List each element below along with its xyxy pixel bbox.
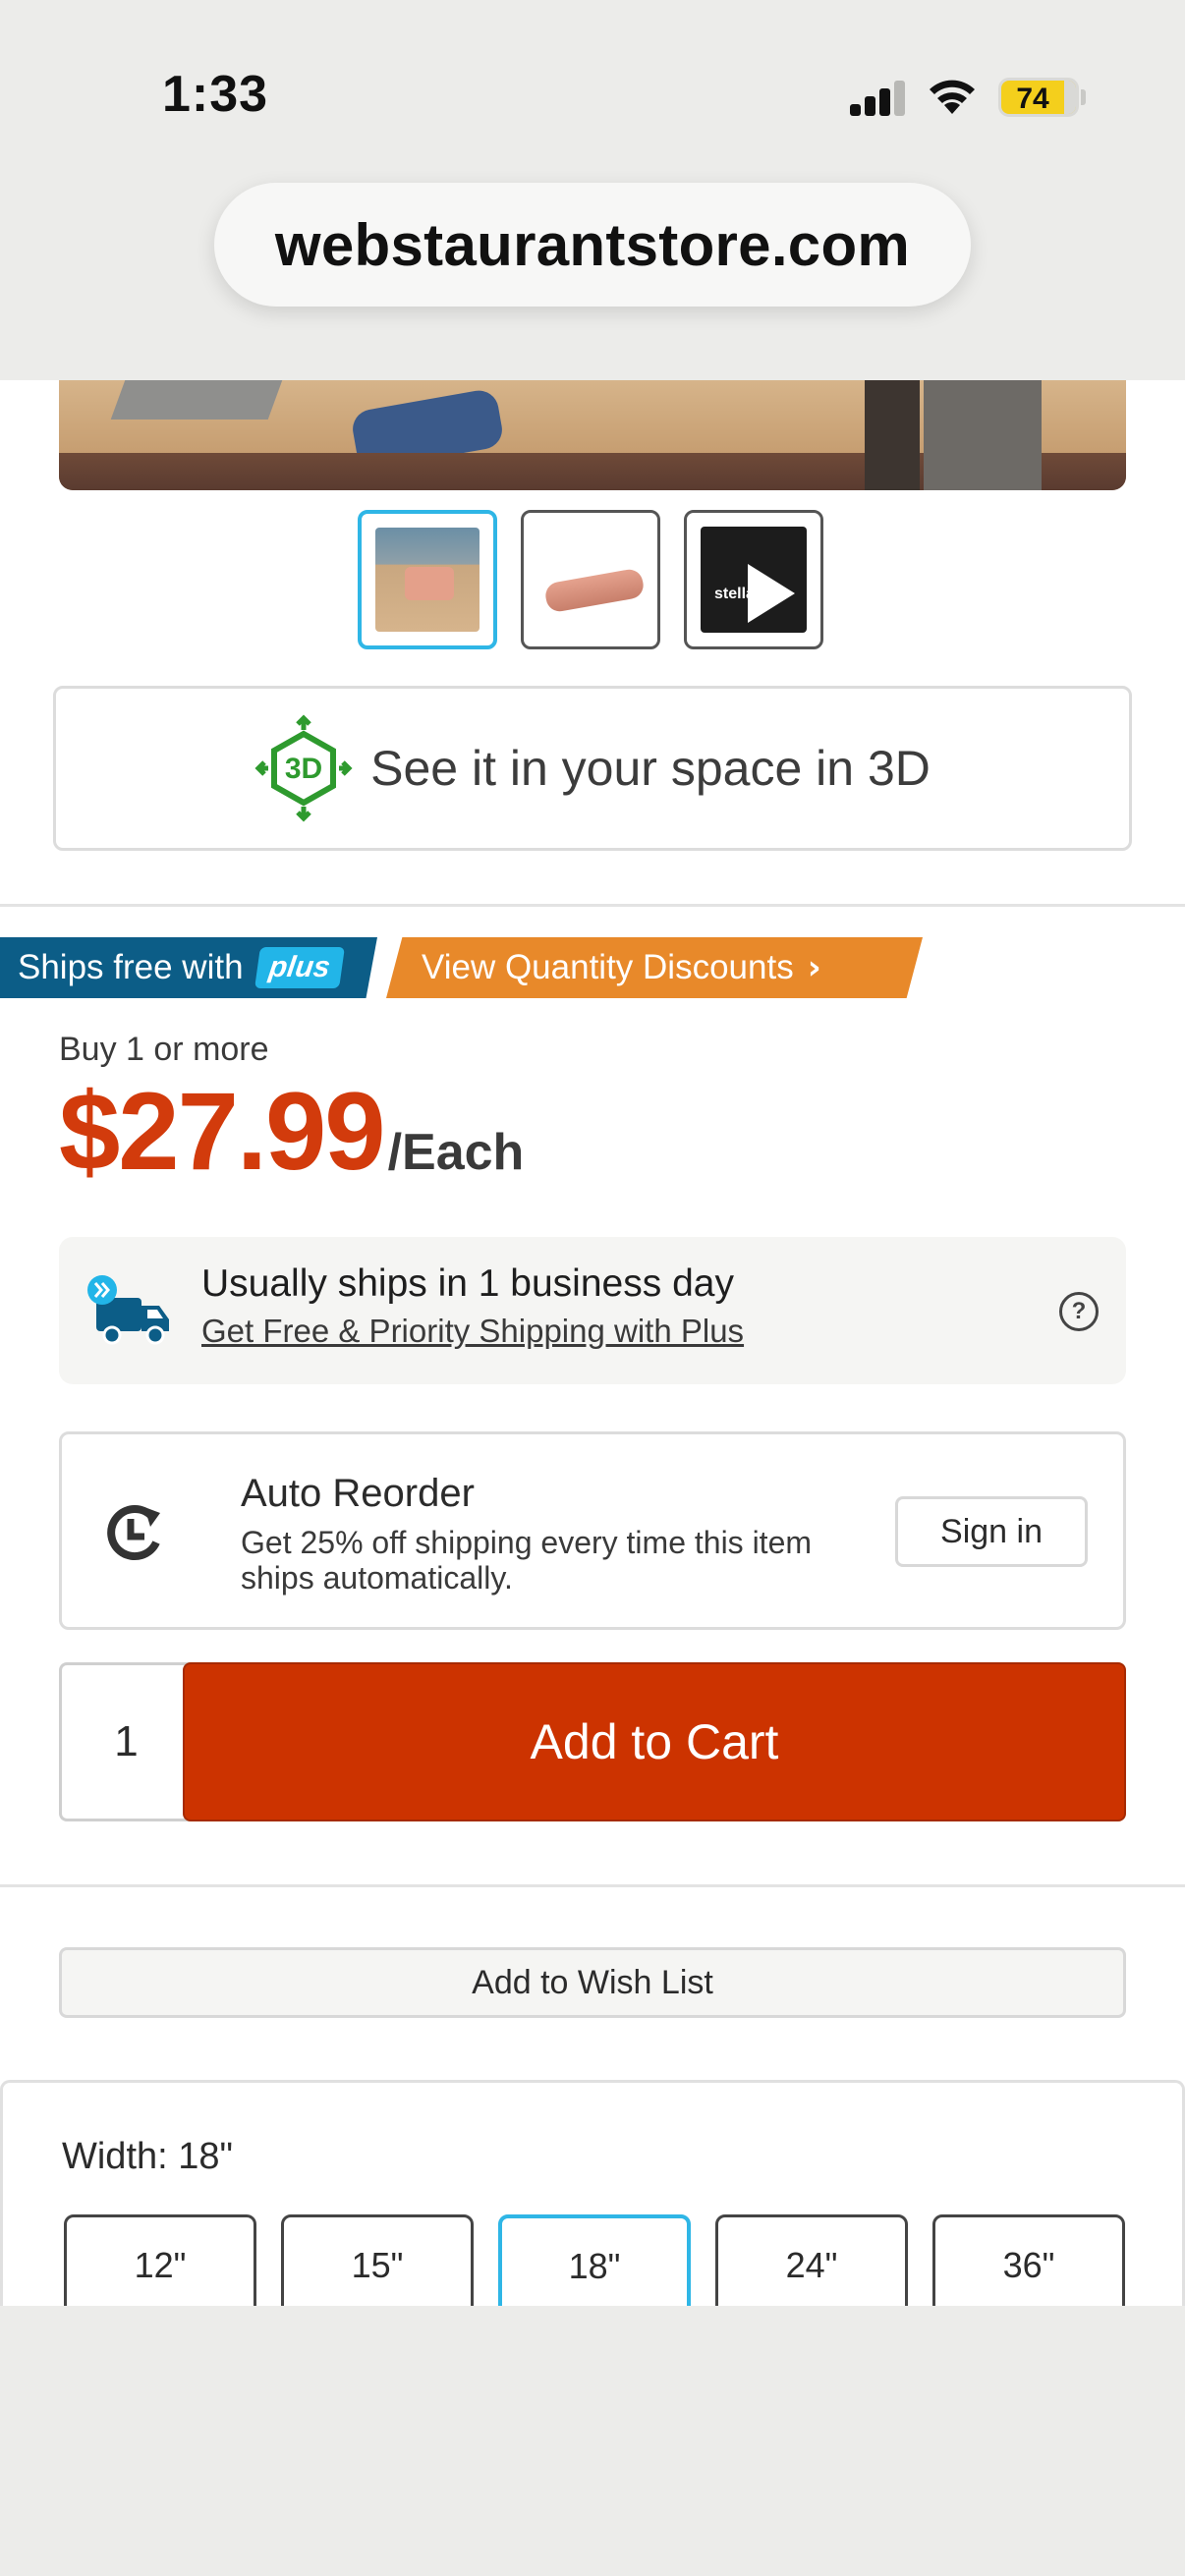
width-option-15[interactable]: 15" (281, 2214, 474, 2306)
help-icon[interactable]: ? (1059, 1292, 1099, 1331)
play-icon (748, 564, 795, 623)
auto-reorder-icon (107, 1505, 160, 1561)
price-unit: /Each (387, 1124, 525, 1181)
ships-free-plus-badge[interactable]: Ships free with plus (0, 937, 377, 998)
product-page: stella 3D See it in your space in 3D Shi… (0, 380, 1185, 2306)
battery-icon: 74 (998, 78, 1079, 117)
ar-3d-icon-text: 3D (285, 753, 322, 785)
battery-level: 74 (1016, 83, 1049, 115)
add-to-cart-button[interactable]: Add to Cart (183, 1662, 1126, 1821)
chevron-right-icon: › (807, 948, 821, 987)
thumbnail-video[interactable]: stella (684, 510, 823, 649)
width-option-36[interactable]: 36" (932, 2214, 1125, 2306)
auto-reorder-description: Get 25% off shipping every time this ite… (241, 1525, 813, 1596)
cellular-signal-icon (850, 81, 907, 116)
wifi-icon (930, 80, 975, 114)
thumbnail-video-image: stella (701, 527, 807, 633)
width-selector-panel: Width: 18" 12" 15" 18" 24" 36" (0, 2080, 1185, 2306)
thumbnail-photo[interactable] (358, 510, 497, 649)
product-hero-image[interactable] (59, 380, 1126, 490)
status-time: 1:33 (162, 66, 269, 123)
view-quantity-discounts-button[interactable]: View Quantity Discounts › (386, 937, 923, 998)
quantity-input[interactable]: 1 (59, 1662, 191, 1821)
add-to-wish-list-button[interactable]: Add to Wish List (59, 1947, 1126, 2018)
gallery-thumbnails: stella (358, 510, 823, 649)
view-in-3d-button[interactable]: 3D See it in your space in 3D (53, 686, 1132, 851)
thumbnail-roll-image (537, 527, 644, 633)
thumbnail-product-roll[interactable] (521, 510, 660, 649)
browser-top-chrome: 1:33 74 webstaurantstore.com (0, 0, 1185, 380)
width-option-24[interactable]: 24" (715, 2214, 908, 2306)
address-bar[interactable]: webstaurantstore.com (214, 183, 971, 307)
auto-reorder-title: Auto Reorder (241, 1472, 475, 1515)
width-option-12[interactable]: 12" (64, 2214, 256, 2306)
price-row: $27.99 /Each (59, 1068, 524, 1195)
battery-tip (1081, 89, 1086, 105)
thumbnail-photo-image (375, 528, 480, 632)
section-divider (0, 904, 1185, 907)
width-label: Width: 18" (62, 2136, 233, 2178)
shipping-info-box: Usually ships in 1 business day Get Free… (59, 1237, 1126, 1384)
plus-shipping-link[interactable]: Get Free & Priority Shipping with Plus (201, 1313, 744, 1350)
plus-logo: plus (254, 947, 345, 988)
address-bar-url: webstaurantstore.com (274, 211, 911, 278)
quantity-discounts-label: View Quantity Discounts (422, 948, 794, 986)
width-label-key: Width: (62, 2136, 168, 2177)
sign-in-button[interactable]: Sign in (895, 1496, 1088, 1567)
buy-quantity-label: Buy 1 or more (59, 1031, 269, 1068)
product-price: $27.99 (59, 1070, 386, 1193)
width-label-value: 18" (178, 2136, 234, 2177)
auto-reorder-box: Auto Reorder Get 25% off shipping every … (59, 1431, 1126, 1630)
ships-free-text: Ships free with (18, 948, 244, 986)
truck-icon (87, 1275, 169, 1345)
width-option-18[interactable]: 18" (498, 2214, 691, 2306)
view-in-3d-label: See it in your space in 3D (370, 741, 931, 796)
section-divider (0, 1884, 1185, 1887)
ar-3d-icon: 3D (254, 714, 353, 822)
shipping-time-text: Usually ships in 1 business day (201, 1262, 734, 1305)
